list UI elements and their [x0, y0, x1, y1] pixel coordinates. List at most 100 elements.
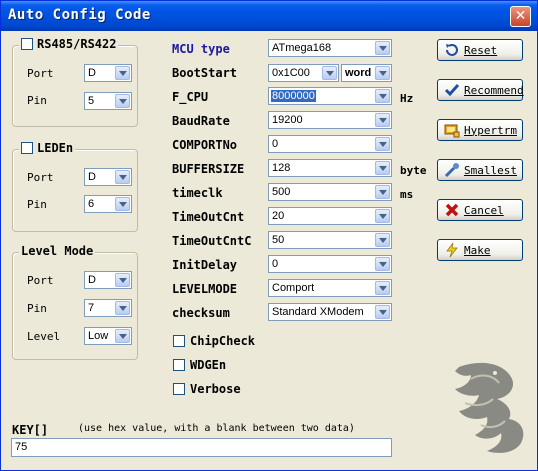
initdelay-label: InitDelay: [172, 258, 238, 272]
chevron-down-icon[interactable]: [375, 185, 390, 199]
bootstart-unit-select[interactable]: word: [341, 64, 392, 82]
mcu-type-select[interactable]: ATmega168: [268, 39, 392, 57]
auto-config-window: Auto Config Code ✕ RS485/RS422 Port D Pi…: [0, 0, 538, 471]
level-pin-label: Pin: [27, 302, 47, 315]
chevron-down-icon[interactable]: [115, 329, 130, 343]
buffersize-label: BUFFERSIZE: [172, 162, 245, 176]
make-label: Make: [464, 243, 491, 257]
checksum-value: Standard XModem: [272, 306, 364, 318]
rs485-pin-label: Pin: [27, 94, 47, 107]
chevron-down-icon[interactable]: [115, 66, 130, 80]
initdelay-select[interactable]: 0: [268, 255, 392, 273]
f-cpu-select[interactable]: 8000000: [268, 87, 392, 105]
leden-pin-label: Pin: [27, 198, 47, 211]
chevron-down-icon[interactable]: [115, 94, 130, 108]
wdgen-label: WDGEn: [190, 358, 227, 372]
hyperterminal-icon: [444, 124, 460, 138]
smallest-label: Smallest: [464, 163, 517, 177]
level-mode-title: Level Mode: [19, 244, 96, 258]
level-port-select[interactable]: D: [84, 271, 132, 289]
wdgen-checkbox[interactable]: [173, 359, 185, 371]
window-title: Auto Config Code: [8, 7, 151, 23]
level-port-value: D: [88, 274, 96, 286]
bootstart-label: BootStart: [172, 66, 238, 80]
recommend-button[interactable]: Recommend: [437, 79, 524, 101]
reset-label: Reset: [464, 43, 498, 57]
wdgen-option[interactable]: WDGEn: [173, 358, 226, 372]
timeclk-select[interactable]: 500: [268, 183, 392, 201]
dialog-client: RS485/RS422 Port D Pin 5 LEDEn Port D Pi…: [1, 31, 537, 470]
chevron-down-icon[interactable]: [375, 209, 390, 223]
chevron-down-icon[interactable]: [115, 170, 130, 184]
close-icon: ✕: [514, 8, 527, 24]
chevron-down-icon[interactable]: [115, 301, 130, 315]
timeclk-value: 500: [272, 186, 291, 198]
chevron-down-icon[interactable]: [375, 137, 390, 151]
baudrate-label: BaudRate: [172, 114, 230, 128]
smallest-button[interactable]: Smallest: [437, 159, 523, 181]
verbose-checkbox[interactable]: [173, 383, 185, 395]
cancel-x-icon: [445, 203, 459, 217]
leden-pin-value: 6: [88, 198, 95, 210]
recommend-label: Recommend: [464, 83, 524, 97]
smallest-icon: [444, 163, 459, 178]
timeoutcntc-select[interactable]: 50: [268, 231, 392, 249]
timeoutcnt-select[interactable]: 20: [268, 207, 392, 225]
chevron-down-icon[interactable]: [375, 305, 390, 319]
close-button[interactable]: ✕: [510, 6, 531, 27]
level-pin-select[interactable]: 7: [84, 299, 132, 317]
verbose-label: Verbose: [190, 382, 241, 396]
chipcheck-checkbox[interactable]: [173, 335, 185, 347]
timeoutcnt-value: 20: [272, 210, 285, 222]
key-input[interactable]: 75: [11, 438, 392, 457]
leden-port-select[interactable]: D: [84, 168, 132, 186]
level-level-select[interactable]: Low: [84, 327, 132, 345]
chevron-down-icon[interactable]: [375, 113, 390, 127]
buffersize-value: 128: [272, 162, 291, 174]
cancel-label: Cancel: [464, 203, 504, 217]
rs485-label: RS485/RS422: [37, 37, 117, 51]
f-cpu-value: 8000000: [271, 90, 316, 102]
chevron-down-icon[interactable]: [375, 281, 390, 295]
level-port-label: Port: [27, 274, 54, 287]
rs485-group-title[interactable]: RS485/RS422: [19, 37, 119, 51]
checksum-select[interactable]: Standard XModem: [268, 303, 392, 321]
levelmode-value: Comport: [272, 282, 315, 294]
make-button[interactable]: Make: [437, 239, 523, 261]
checksum-label: checksum: [172, 306, 230, 320]
comportno-select[interactable]: 0: [268, 135, 392, 153]
chipcheck-option[interactable]: ChipCheck: [173, 334, 255, 348]
leden-group-title[interactable]: LEDEn: [19, 141, 76, 155]
buffersize-select[interactable]: 128: [268, 159, 392, 177]
chevron-down-icon[interactable]: [375, 161, 390, 175]
chevron-down-icon[interactable]: [115, 273, 130, 287]
chevron-down-icon[interactable]: [375, 41, 390, 55]
baudrate-select[interactable]: 19200: [268, 111, 392, 129]
reset-button[interactable]: Reset: [437, 39, 523, 61]
cancel-button[interactable]: Cancel: [437, 199, 523, 221]
checkmark-icon: [444, 84, 460, 97]
leden-checkbox[interactable]: [21, 142, 33, 154]
title-bar[interactable]: Auto Config Code ✕: [1, 1, 537, 31]
chevron-down-icon[interactable]: [375, 233, 390, 247]
bootstart-select[interactable]: 0x1C00: [268, 64, 339, 82]
timeoutcnt-label: TimeOutCnt: [172, 210, 245, 224]
chevron-down-icon[interactable]: [115, 197, 130, 211]
lightning-icon: [446, 242, 458, 258]
leden-pin-select[interactable]: 6: [84, 195, 132, 213]
verbose-option[interactable]: Verbose: [173, 382, 241, 396]
comportno-label: COMPORTNo: [172, 138, 238, 152]
rs485-checkbox[interactable]: [21, 38, 33, 50]
timeclk-unit: ms: [400, 188, 414, 201]
chevron-down-icon[interactable]: [375, 257, 390, 271]
levelmode-select[interactable]: Comport: [268, 279, 392, 297]
hypertrm-label: Hypertrm: [464, 123, 517, 137]
comportno-value: 0: [272, 138, 279, 150]
hypertrm-button[interactable]: Hypertrm: [437, 119, 523, 141]
rs485-port-select[interactable]: D: [84, 64, 132, 82]
chevron-down-icon[interactable]: [375, 66, 390, 80]
chevron-down-icon[interactable]: [375, 89, 390, 103]
chevron-down-icon[interactable]: [322, 66, 337, 80]
mcu-type-value: ATmega168: [272, 42, 332, 54]
rs485-pin-select[interactable]: 5: [84, 92, 132, 110]
